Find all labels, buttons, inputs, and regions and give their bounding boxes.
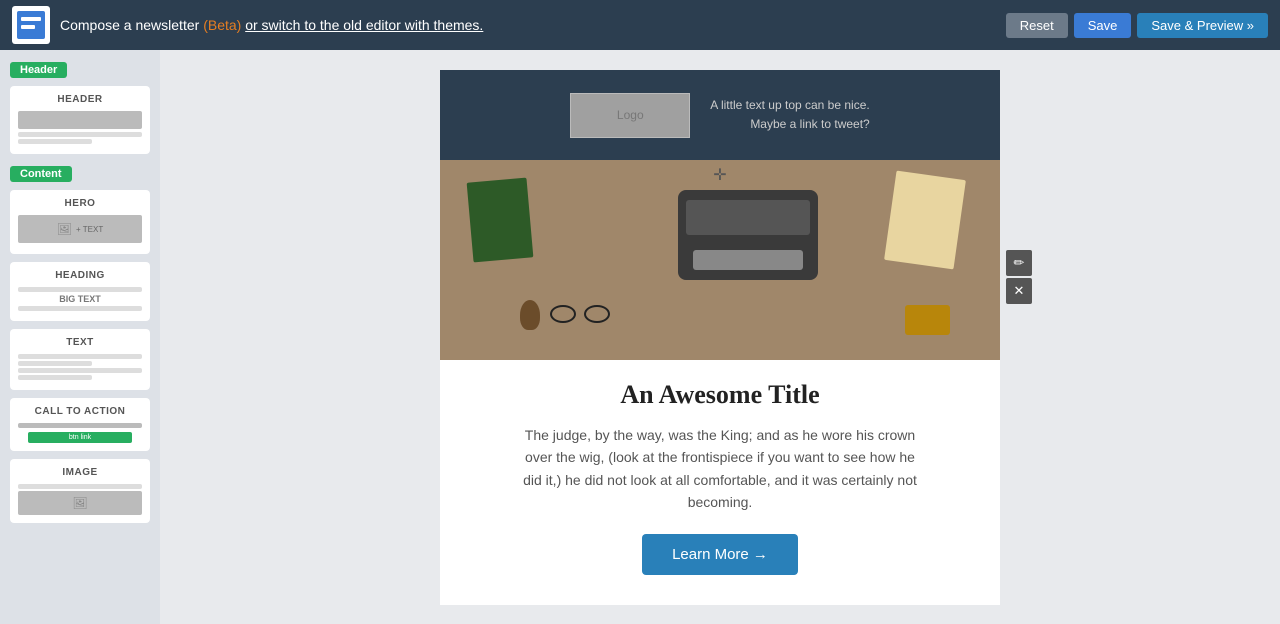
content-badge: Content bbox=[10, 166, 72, 182]
topbar-title: Compose a newsletter (Beta) or switch to… bbox=[60, 17, 996, 33]
edit-block-button[interactable]: ✏ bbox=[1006, 250, 1032, 276]
cta-btn-preview: btn link bbox=[28, 432, 132, 443]
big-text-preview: BIG TEXT bbox=[18, 294, 142, 304]
preview-line bbox=[18, 139, 92, 144]
compose-label: Compose a newsletter bbox=[60, 17, 199, 33]
pinecone bbox=[520, 300, 540, 330]
book-left bbox=[467, 178, 534, 263]
header-text-line1: A little text up top can be nice. bbox=[710, 96, 869, 115]
canvas-area: Logo A little text up top can be nice. M… bbox=[160, 50, 1280, 624]
email-canvas: Logo A little text up top can be nice. M… bbox=[440, 70, 1000, 605]
wallet bbox=[905, 305, 950, 335]
sidebar-item-image[interactable]: IMAGE 🖼 bbox=[10, 459, 150, 523]
delete-block-button[interactable]: ✕ bbox=[1006, 278, 1032, 304]
header-text-line2: Maybe a link to tweet? bbox=[710, 115, 869, 134]
sidebar-item-header[interactable]: HEADER bbox=[10, 86, 150, 154]
block-toolbar: ✏ ✕ bbox=[1006, 250, 1032, 304]
hero-scene bbox=[440, 160, 1000, 360]
save-button[interactable]: Save bbox=[1074, 13, 1132, 38]
preview-line bbox=[18, 132, 142, 137]
preview-line bbox=[18, 375, 92, 380]
email-header-right: A little text up top can be nice. Maybe … bbox=[710, 96, 869, 134]
main-layout: Header HEADER Content HERO 🖼 + TEXT HEAD… bbox=[0, 50, 1280, 624]
sidebar-text-label: TEXT bbox=[18, 337, 142, 348]
old-editor-link[interactable]: or switch to the old editor with themes. bbox=[245, 17, 483, 33]
hero-content: An Awesome Title The judge, by the way, … bbox=[440, 360, 1000, 605]
sidebar-header-label: HEADER bbox=[18, 94, 142, 105]
header-badge: Header bbox=[10, 62, 67, 78]
email-hero-block: An Awesome Title The judge, by the way, … bbox=[440, 160, 1000, 605]
preview-line bbox=[18, 287, 142, 292]
sidebar-cta-label: CALL TO ACTION bbox=[18, 406, 142, 417]
sidebar-item-cta[interactable]: CALL TO ACTION btn link bbox=[10, 398, 150, 451]
hero-body: The judge, by the way, was the King; and… bbox=[520, 424, 920, 514]
preview-line bbox=[18, 484, 142, 489]
hero-image bbox=[440, 160, 1000, 360]
sidebar-image-label: IMAGE bbox=[18, 467, 142, 478]
plus-text: + TEXT bbox=[76, 225, 103, 234]
hero-title: An Awesome Title bbox=[480, 380, 960, 410]
sidebar-item-hero[interactable]: HERO 🖼 + TEXT bbox=[10, 190, 150, 254]
email-logo-box[interactable]: Logo bbox=[570, 93, 690, 138]
image-preview: 🖼 bbox=[18, 491, 142, 515]
hero-preview: 🖼 + TEXT bbox=[18, 215, 142, 243]
topbar-buttons: Reset Save Save & Preview » bbox=[1006, 13, 1268, 38]
img-placeholder-icon: 🖼 bbox=[72, 496, 87, 510]
sidebar: Header HEADER Content HERO 🖼 + TEXT HEAD… bbox=[0, 50, 160, 624]
preview-line bbox=[18, 368, 142, 373]
topbar: Compose a newsletter (Beta) or switch to… bbox=[0, 0, 1280, 50]
beta-label: (Beta) bbox=[203, 17, 241, 33]
glasses bbox=[550, 305, 610, 320]
reset-button[interactable]: Reset bbox=[1006, 13, 1068, 38]
book-right bbox=[884, 171, 966, 270]
save-preview-button[interactable]: Save & Preview » bbox=[1137, 13, 1268, 38]
move-handle[interactable]: ✛ bbox=[713, 165, 726, 185]
logo-icon bbox=[17, 11, 45, 39]
sidebar-heading-label: HEADING bbox=[18, 270, 142, 281]
preview-line bbox=[18, 361, 92, 366]
sidebar-item-text[interactable]: TEXT bbox=[10, 329, 150, 390]
learn-more-button[interactable]: Learn More → bbox=[642, 534, 798, 575]
typewriter bbox=[678, 190, 818, 280]
email-header-block: Logo A little text up top can be nice. M… bbox=[440, 70, 1000, 160]
app-logo bbox=[12, 6, 50, 44]
cta-bar bbox=[18, 423, 142, 428]
email-logo-text: Logo bbox=[617, 108, 644, 122]
image-icon: 🖼 bbox=[57, 222, 72, 236]
sidebar-hero-label: HERO bbox=[18, 198, 142, 209]
header-preview bbox=[18, 111, 142, 129]
sidebar-item-heading[interactable]: HEADING BIG TEXT bbox=[10, 262, 150, 321]
preview-line bbox=[18, 354, 142, 359]
preview-line bbox=[18, 306, 142, 311]
